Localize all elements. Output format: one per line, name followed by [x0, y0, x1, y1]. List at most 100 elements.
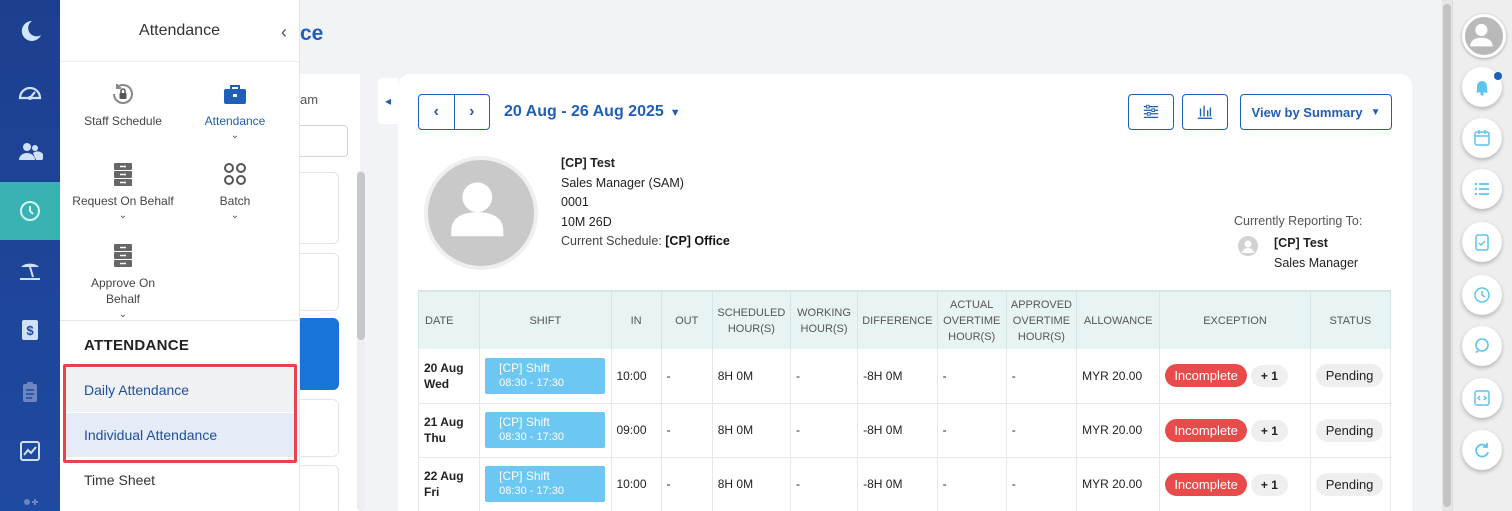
manager-title: Sales Manager	[1274, 256, 1359, 270]
chevron-left-icon[interactable]: ‹	[281, 22, 287, 43]
tile-label: Request On Behalf	[72, 194, 174, 208]
page-scrollbar-thumb[interactable]	[1443, 4, 1451, 507]
shift-time: 08:30 - 17:30	[499, 431, 564, 443]
cell-out: -	[661, 349, 713, 404]
chart-view-button[interactable]	[1182, 94, 1228, 130]
tile-request-on-behalf[interactable]: Request On Behalf ⌄	[68, 160, 178, 221]
calendar-icon[interactable]	[1462, 118, 1502, 158]
date-range-selector[interactable]: 20 Aug - 26 Aug 2025 ▼	[504, 103, 681, 121]
tile-approve-on-behalf[interactable]: Approve On Behalf ⌄	[68, 241, 178, 320]
chevron-down-icon[interactable]: ⌄	[180, 210, 290, 221]
shift-pill[interactable]: [CP] Shift 08:30 - 17:30	[485, 412, 606, 448]
chevron-down-icon[interactable]: ⌄	[68, 309, 178, 320]
more-exceptions-badge[interactable]: + 1	[1250, 419, 1288, 442]
cell-out: -	[661, 403, 713, 458]
chat-icon[interactable]	[1462, 326, 1502, 366]
cell-date: 21 Aug Thu	[417, 403, 481, 458]
more-exceptions-badge[interactable]: + 1	[1250, 473, 1288, 496]
col-working-hours: WORKING HOUR(S)	[790, 290, 859, 349]
previous-week-button[interactable]: ‹	[419, 95, 454, 129]
filter-button[interactable]	[1128, 94, 1174, 130]
exception-badge[interactable]: Incomplete	[1165, 418, 1247, 442]
header-line: APPROVED	[1010, 298, 1072, 311]
main-nav-rail: $	[0, 0, 60, 511]
chevron-down-icon[interactable]: ⌄	[68, 210, 178, 221]
header-line: HOUR(S)	[948, 330, 996, 343]
schedule-lock-icon	[113, 84, 133, 104]
shift-pill[interactable]: [CP] Shift 08:30 - 17:30	[485, 466, 606, 502]
cell-difference: -8H 0M	[857, 403, 938, 458]
exception-badge[interactable]: Incomplete	[1165, 472, 1247, 496]
cell-allowance: MYR 20.00	[1076, 349, 1161, 404]
chevron-down-icon[interactable]: ⌄	[180, 130, 290, 141]
col-out: OUT	[661, 290, 713, 349]
moon-logo-icon[interactable]	[0, 2, 60, 60]
user-avatar[interactable]	[1462, 14, 1506, 58]
clock-icon[interactable]	[1462, 275, 1502, 315]
tile-attendance[interactable]: Attendance ⌄	[180, 80, 290, 141]
tile-label: Approve On Behalf	[90, 276, 156, 306]
tile-staff-schedule[interactable]: Staff Schedule	[68, 80, 178, 128]
table-row[interactable]: 21 Aug Thu [CP] Shift 08:30 - 17:30 09:00 …	[417, 403, 1392, 458]
dollar-document-icon[interactable]: $	[0, 301, 60, 359]
main-content-card: ‹ › 20 Aug - 26 Aug 2025 ▼ View by Summar…	[398, 74, 1412, 511]
employee-card[interactable]	[296, 465, 339, 511]
cell-scheduled: 8H 0M	[712, 349, 791, 404]
cell-scheduled: 8H 0M	[712, 457, 791, 511]
table-row[interactable]: 20 Aug Wed [CP] Shift 08:30 - 17:30 10:00 …	[417, 349, 1392, 404]
shift-name: [CP] Shift	[499, 360, 550, 375]
header-line: SCHEDULED	[717, 306, 786, 319]
employee-position: Sales Manager (SAM)	[561, 175, 684, 190]
employee-avatar	[424, 156, 538, 270]
beach-leave-icon[interactable]	[0, 241, 60, 299]
employee-card[interactable]	[296, 172, 339, 244]
clipboard-check-icon[interactable]	[1462, 222, 1502, 262]
attendance-submenu: Attendance ‹ Staff Schedule Attendance ⌄…	[60, 0, 300, 511]
header-line: HOUR(S)	[800, 322, 848, 335]
more-exceptions-badge[interactable]: + 1	[1250, 365, 1288, 388]
manager-name: [CP] Test	[1274, 236, 1328, 250]
next-week-button[interactable]: ›	[453, 95, 490, 129]
submenu-title: Attendance	[139, 21, 220, 39]
cell-allowance: MYR 20.00	[1076, 457, 1161, 511]
tile-label: Staff Schedule	[84, 114, 162, 128]
clipboard-icon[interactable]	[0, 363, 60, 421]
list-icon[interactable]	[1462, 169, 1502, 209]
people-icon[interactable]	[0, 123, 60, 181]
cell-shift: [CP] Shift 08:30 - 17:30	[479, 349, 612, 404]
chart-icon[interactable]	[0, 422, 60, 480]
employee-card[interactable]	[296, 399, 339, 457]
clock-history-icon[interactable]	[0, 182, 60, 240]
employee-card[interactable]	[296, 253, 339, 311]
add-user-icon[interactable]	[0, 486, 60, 511]
collapse-filter-button[interactable]: ◂	[378, 78, 398, 124]
team-search-input[interactable]	[296, 125, 348, 157]
menu-link-daily-attendance[interactable]: Daily Attendance	[64, 368, 296, 412]
briefcase-icon	[224, 85, 246, 104]
list-scrollbar-thumb[interactable]	[357, 172, 365, 340]
code-icon[interactable]	[1462, 378, 1502, 418]
cell-actual-ot: -	[937, 403, 1007, 458]
exception-badge[interactable]: Incomplete	[1165, 364, 1247, 388]
menu-link-time-sheet[interactable]: Time Sheet	[64, 458, 296, 502]
cell-approved-ot: -	[1006, 403, 1078, 458]
cell-allowance: MYR 20.00	[1076, 403, 1161, 458]
tile-label: Batch	[219, 194, 251, 208]
dashboard-gauge-icon[interactable]	[0, 64, 60, 122]
tile-batch[interactable]: Batch ⌄	[180, 160, 290, 221]
notification-dot	[1494, 72, 1502, 80]
menu-link-individual-attendance[interactable]: Individual Attendance	[64, 413, 296, 457]
date-value: 21 Aug	[424, 415, 464, 429]
col-scheduled-hours: SCHEDULED HOUR(S)	[712, 290, 791, 349]
table-row[interactable]: 22 Aug Fri [CP] Shift 08:30 - 17:30 10:00 …	[417, 457, 1392, 511]
cell-approved-ot: -	[1006, 349, 1078, 404]
employee-card-selected[interactable]	[296, 318, 339, 390]
status-badge: Pending	[1315, 364, 1384, 388]
tile-label: Attendance	[204, 114, 266, 128]
cell-in: 10:00	[611, 349, 662, 404]
team-filter-label: am	[300, 92, 319, 107]
shift-name: [CP] Shift	[499, 415, 550, 429]
shift-pill[interactable]: [CP] Shift 08:30 - 17:30	[485, 357, 606, 394]
view-by-dropdown[interactable]: View by Summary ▼	[1240, 94, 1392, 130]
refresh-icon[interactable]	[1462, 430, 1502, 470]
